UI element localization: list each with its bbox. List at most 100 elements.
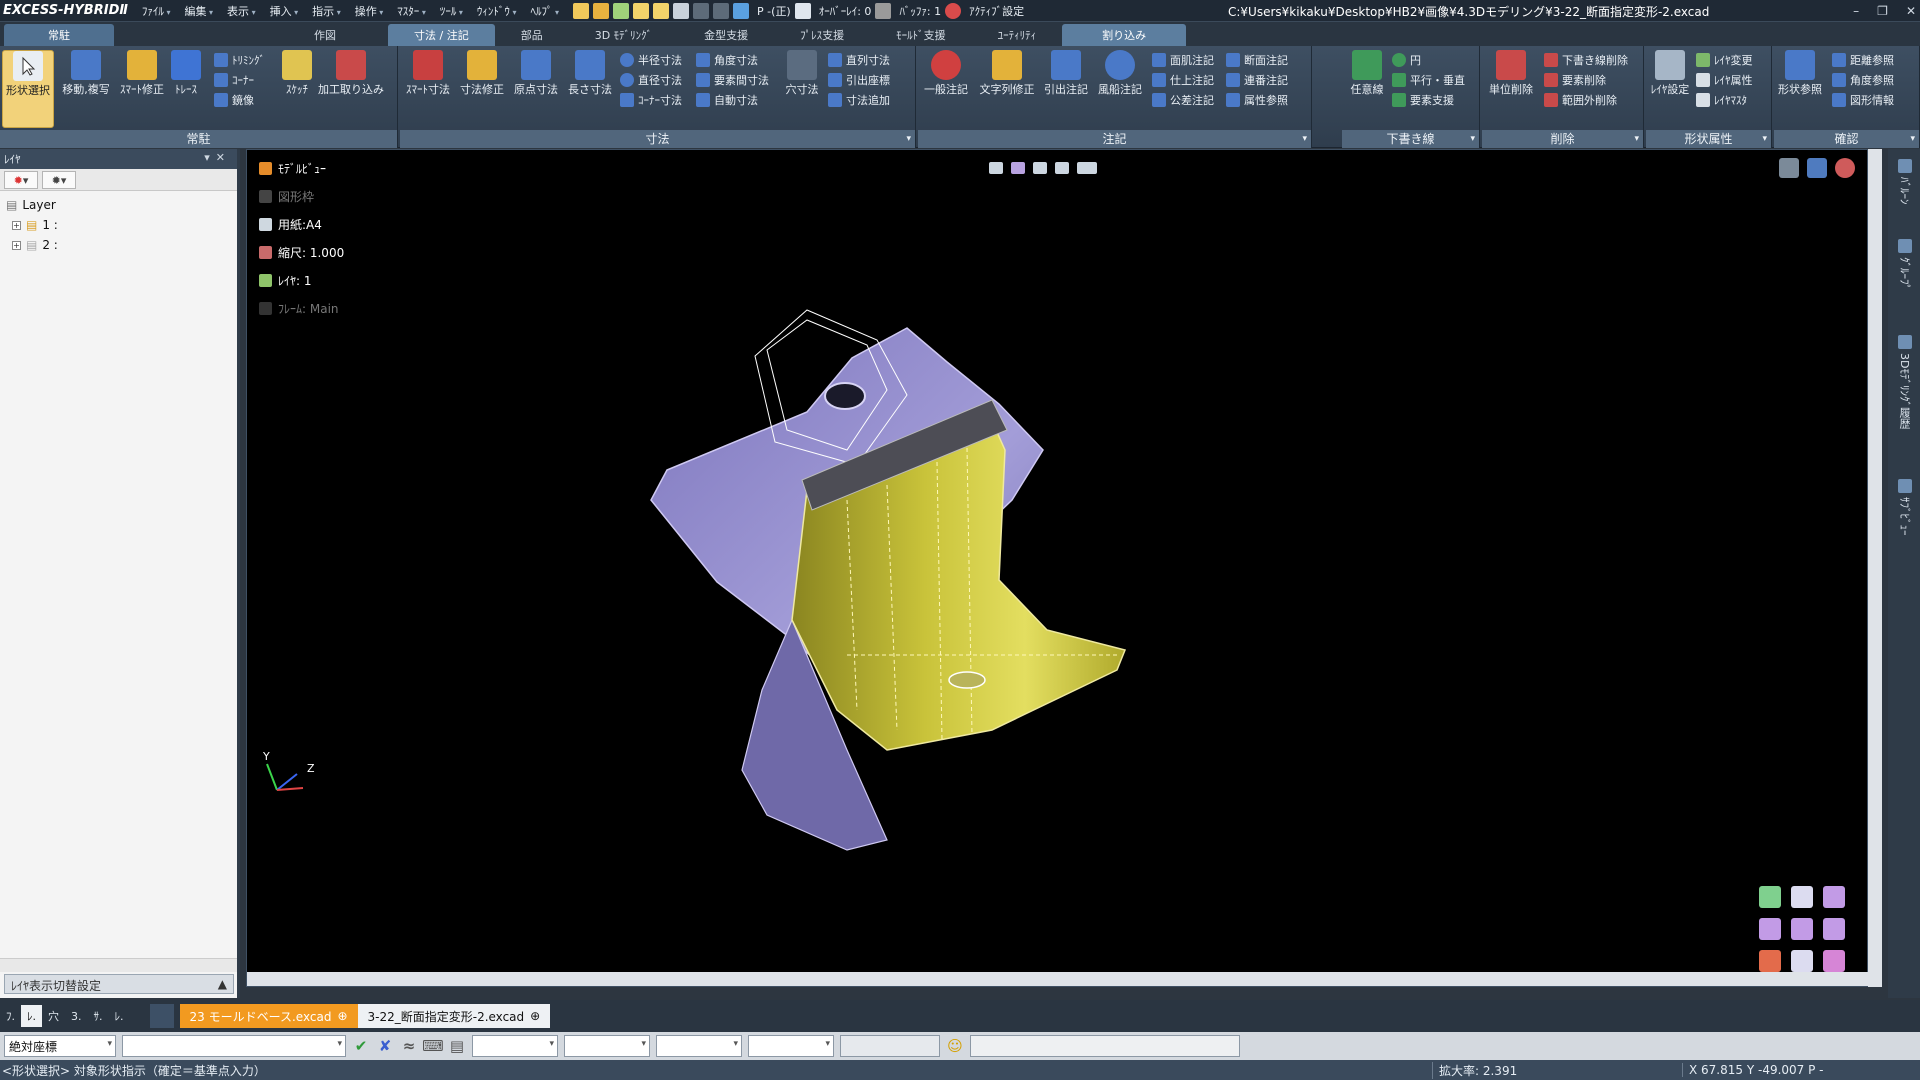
menu-pick[interactable]: 指示: [306, 3, 347, 19]
buffer-icon[interactable]: [875, 2, 892, 19]
layer-item-1[interactable]: + ▤ 1 :: [6, 215, 231, 235]
tab-parts[interactable]: 部品: [495, 24, 569, 46]
group-shape-attribute-label[interactable]: 形状属性: [1646, 130, 1771, 148]
leader-note-button[interactable]: 引出注記: [1038, 50, 1094, 97]
menu-insert[interactable]: 挿入: [264, 3, 305, 19]
open-file-icon[interactable]: [593, 2, 610, 19]
layer-master-button[interactable]: ﾚｲﾔﾏｽﾀ: [1696, 90, 1747, 110]
viewport-horizontal-scrollbar[interactable]: [247, 972, 1869, 986]
view-right-icon[interactable]: [1823, 886, 1845, 908]
redo-icon[interactable]: [713, 2, 730, 19]
view-iso-icon[interactable]: [1791, 886, 1813, 908]
clipboard-icon[interactable]: ▤: [448, 1037, 466, 1055]
menu-tools[interactable]: ﾂｰﾙ: [434, 3, 469, 19]
line-style-preview[interactable]: [840, 1035, 940, 1057]
pin-icon[interactable]: ⊕: [337, 1009, 347, 1023]
panel-tab-layer[interactable]: ﾚ.: [109, 1005, 130, 1027]
surface-note-button[interactable]: 面肌注記: [1152, 50, 1214, 70]
option-select-3[interactable]: [656, 1035, 742, 1057]
arbitrary-line-button[interactable]: 任意線: [1342, 50, 1392, 97]
shape-reference-button[interactable]: 形状参照: [1774, 50, 1826, 97]
draft-line-delete-button[interactable]: 下書き線削除: [1544, 50, 1628, 70]
layer-change-button[interactable]: ﾚｲﾔ変更: [1696, 50, 1753, 70]
element-delete-button[interactable]: 要素削除: [1544, 70, 1606, 90]
tab-mold-support[interactable]: 金型支援: [678, 24, 774, 46]
out-of-range-delete-button[interactable]: 範囲外削除: [1544, 90, 1617, 110]
tab-interrupt[interactable]: 割り込み: [1062, 24, 1187, 46]
restore-icon[interactable]: ❐: [1877, 4, 1888, 18]
expand-icon[interactable]: +: [12, 220, 21, 230]
input-tool-icon[interactable]: ⌨: [422, 1037, 444, 1055]
move-copy-button[interactable]: 移動,複写: [58, 50, 114, 97]
option-select-4[interactable]: [748, 1035, 834, 1057]
layer-item-2[interactable]: + ▤ 2 :: [6, 235, 231, 255]
tab-resident[interactable]: 常駐: [4, 24, 114, 46]
angle-reference-button[interactable]: 角度参照: [1832, 70, 1894, 90]
side-tab-modeling-history[interactable]: 3Dﾓﾃﾞﾘﾝｸﾞ履歴: [1896, 353, 1912, 429]
smiley-icon[interactable]: ☺: [946, 1037, 964, 1055]
view-fit-icon[interactable]: [1759, 886, 1781, 908]
horizontal-scrollbar[interactable]: [0, 958, 237, 972]
close-icon[interactable]: ✕: [1906, 4, 1916, 18]
group-draft-line-label[interactable]: 下書き線: [1342, 130, 1479, 148]
view-axis-icon[interactable]: [1759, 950, 1781, 972]
diameter-dimension-button[interactable]: 直径寸法: [620, 70, 682, 90]
model-viewport[interactable]: ﾓﾃﾞﾙﾋﾞｭｰ 図形枠 用紙:A4 縮尺: 1.000 ﾚｲﾔ: 1 ﾌﾚｰﾑ…: [246, 149, 1869, 987]
buffer-label[interactable]: ﾊﾞｯﾌｧ: 1: [899, 3, 941, 19]
radius-dimension-button[interactable]: 半径寸法: [620, 50, 682, 70]
panel-controls[interactable]: ▾✕: [204, 151, 231, 164]
grid-view-icon[interactable]: [149, 1004, 174, 1028]
tab-draw[interactable]: 作図: [114, 24, 388, 46]
doc-tab-moldbase[interactable]: 23 モールドベース.excad ⊕: [179, 1004, 358, 1028]
active-setting-label[interactable]: ｱｸﾃｨﾌﾞ設定: [969, 3, 1024, 19]
side-tab-group[interactable]: ｸﾞﾙｰﾌﾟ: [1896, 257, 1912, 290]
panel-tab-sub[interactable]: ｻ.: [88, 1005, 109, 1027]
view-solid-icon[interactable]: [1823, 950, 1845, 972]
layer-setting-button[interactable]: ﾚｲﾔ設定: [1646, 50, 1694, 97]
panel-tab-2[interactable]: ﾚ.: [21, 1005, 42, 1027]
layer-display-toggle-setting[interactable]: ﾚｲﾔ表示切替設定 ▲: [4, 974, 234, 994]
tolerance-note-button[interactable]: 公差注記: [1152, 90, 1214, 110]
side-tab-balloon[interactable]: ﾊﾞﾙｰﾝ: [1896, 177, 1912, 205]
between-elements-dimension-button[interactable]: 要素間寸法: [696, 70, 769, 90]
length-dimension-button[interactable]: 長さ寸法: [562, 50, 618, 97]
text-modify-button[interactable]: 文字列修正: [976, 50, 1038, 97]
serial-dimension-button[interactable]: 直列寸法: [828, 50, 890, 70]
sketch-button[interactable]: ｽｹｯﾁ: [276, 50, 318, 97]
side-tab-subview[interactable]: ｻﾌﾞﾋﾞｭｰ: [1896, 497, 1912, 536]
view-top-icon[interactable]: [1791, 918, 1813, 940]
leader-coordinate-button[interactable]: 引出座標: [828, 70, 890, 90]
general-note-button[interactable]: 一般注記: [918, 50, 974, 97]
group-annotation-label[interactable]: 注記: [918, 130, 1311, 148]
circle-button[interactable]: 円: [1392, 50, 1421, 70]
layer-light-dropdown[interactable]: ✹ ▾: [42, 171, 76, 189]
cam-import-button[interactable]: 加工取り込み: [318, 50, 384, 97]
tab-dimension[interactable]: 寸法 / 注記: [388, 24, 495, 46]
tab-3d-modeling[interactable]: 3D ﾓﾃﾞﾘﾝｸﾞ: [569, 24, 678, 46]
corner-dimension-button[interactable]: ｺｰﾅｰ寸法: [620, 90, 682, 110]
print-icon[interactable]: [673, 2, 690, 19]
panel-tab-3[interactable]: 3.: [65, 1005, 88, 1027]
group-check-label[interactable]: 確認: [1774, 130, 1919, 148]
coordinate-mode-select[interactable]: 絶対座標: [4, 1035, 116, 1057]
active-setting-icon[interactable]: [945, 2, 962, 19]
serial-number-note-button[interactable]: 連番注記: [1226, 70, 1288, 90]
distance-reference-button[interactable]: 距離参照: [1832, 50, 1894, 70]
overlay-icon[interactable]: [794, 2, 811, 19]
trimming-button[interactable]: ﾄﾘﾐﾝｸﾞ: [214, 50, 265, 70]
balloon-note-button[interactable]: 風船注記: [1092, 50, 1148, 97]
finish-note-button[interactable]: 仕上注記: [1152, 70, 1214, 90]
view-state-icon[interactable]: [733, 2, 750, 19]
shape-info-button[interactable]: 図形情報: [1832, 90, 1894, 110]
hole-dimension-button[interactable]: 穴寸法: [780, 50, 824, 97]
view-front-icon[interactable]: [1759, 918, 1781, 940]
parallel-perpendicular-button[interactable]: 平行・垂直: [1392, 70, 1465, 90]
group-dimension-label[interactable]: 寸法: [400, 130, 915, 148]
group-delete-label[interactable]: 削除: [1482, 130, 1643, 148]
layer-attribute-button[interactable]: ﾚｲﾔ属性: [1696, 70, 1753, 90]
view-state-label[interactable]: P -(正): [757, 3, 791, 19]
cancel-x-icon[interactable]: ✘: [376, 1037, 394, 1055]
select-shape-button[interactable]: 形状選択: [2, 50, 54, 128]
folder-icon[interactable]: [633, 2, 650, 19]
section-note-button[interactable]: 断面注記: [1226, 50, 1288, 70]
